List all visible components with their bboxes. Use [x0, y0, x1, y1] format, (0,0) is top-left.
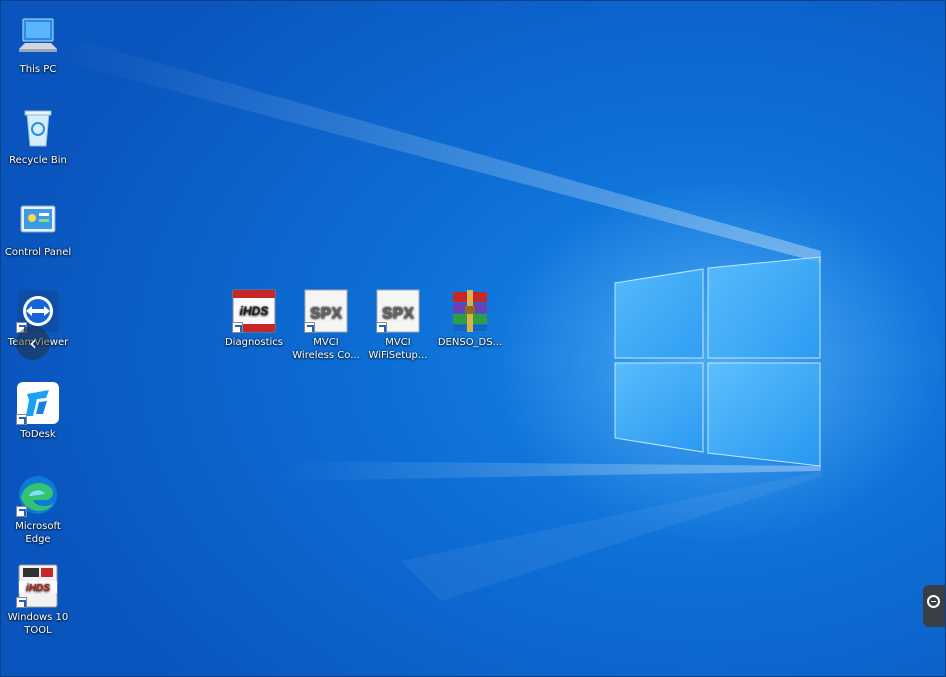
shortcut-arrow-icon — [16, 414, 27, 425]
icon-label: DENSO_DS... — [437, 337, 503, 348]
icon-label: Windows 10 TOOL — [7, 612, 69, 636]
icon-label: Microsoft Edge — [15, 521, 61, 545]
desktop-icon-denso-ds[interactable]: DENSO_DS... — [435, 288, 505, 349]
icon-label: This PC — [19, 64, 57, 75]
icon-label: MVCI WiFiSetup... — [368, 337, 428, 361]
spx-icon: SPX — [375, 288, 421, 334]
shortcut-arrow-icon — [16, 506, 27, 517]
icon-label: Recycle Bin — [9, 155, 67, 166]
desktop-icon-control-panel[interactable]: Control Panel — [3, 198, 73, 259]
todesk-icon — [15, 380, 61, 426]
shortcut-arrow-icon — [376, 322, 387, 333]
icon-label: Control Panel — [4, 247, 72, 258]
icon-label: MVCI Wireless Co... — [292, 337, 360, 361]
microsoft-edge-icon — [15, 472, 61, 518]
desktop-icon-diagnostics[interactable]: iHDS Diagnostics — [219, 288, 289, 349]
desktop-icon-mvci-wifisetup[interactable]: SPX MVCI WiFiSetup... — [363, 288, 433, 362]
icon-label: Diagnostics — [224, 337, 284, 348]
previous-arrow-button[interactable]: ‹ — [16, 326, 50, 360]
desktop-icon-this-pc[interactable]: This PC — [3, 15, 73, 76]
control-panel-icon — [15, 198, 61, 244]
this-pc-icon — [15, 15, 61, 61]
spx-logo-text: SPX — [310, 305, 342, 322]
spx-icon: SPX — [303, 288, 349, 334]
shortcut-arrow-icon — [304, 322, 315, 333]
shortcut-arrow-icon — [16, 597, 27, 608]
winrar-archive-icon — [447, 288, 493, 334]
ihds-logo-text: iHDS — [26, 583, 50, 594]
spx-logo-text: SPX — [382, 305, 414, 322]
teamviewer-side-tab[interactable] — [923, 585, 945, 627]
desktop: This PC Recycle Bin Control Panel TeamVi… — [0, 0, 946, 677]
shortcut-arrow-icon — [232, 322, 243, 333]
desktop-icon-recycle-bin[interactable]: Recycle Bin — [3, 106, 73, 167]
desktop-icon-todesk[interactable]: ToDesk — [3, 380, 73, 441]
ihds-logo-text: iHDS — [240, 304, 269, 318]
windows10-tool-icon: iHDS — [15, 563, 61, 609]
desktop-icon-mvci-wireless[interactable]: SPX MVCI Wireless Co... — [291, 288, 361, 362]
desktop-icon-windows10-tool[interactable]: iHDS Windows 10 TOOL — [3, 563, 73, 637]
teamviewer-tab-icon — [927, 595, 940, 608]
recycle-bin-icon — [15, 106, 61, 152]
desktop-icon-microsoft-edge[interactable]: Microsoft Edge — [3, 472, 73, 546]
diagnostics-icon: iHDS — [231, 288, 277, 334]
icon-label: ToDesk — [20, 429, 56, 440]
